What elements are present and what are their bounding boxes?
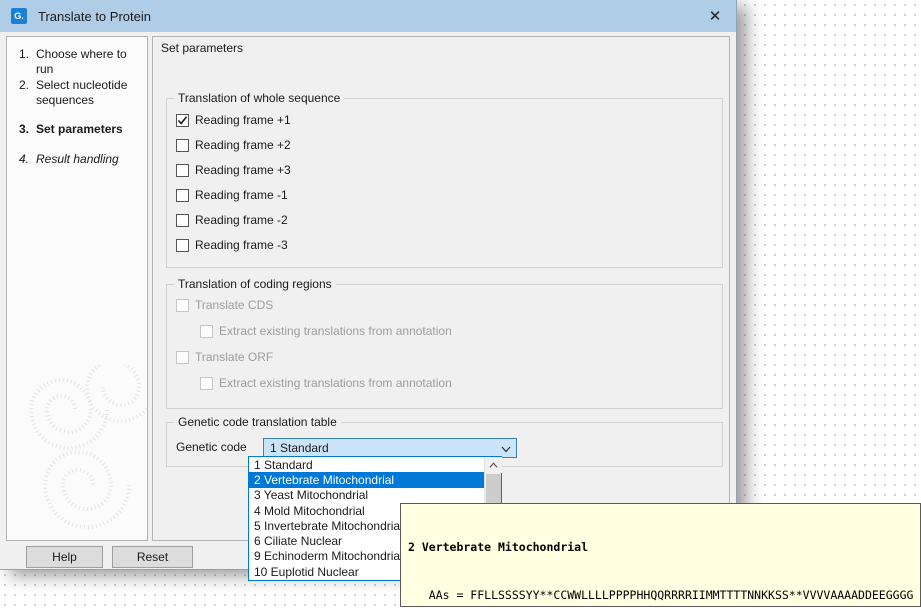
dropdown-item-3-yeast-mitochondrial[interactable]: 3 Yeast Mitochondrial (249, 488, 485, 503)
panel-header: Set parameters (161, 41, 243, 55)
step-label: Result handling (19, 152, 143, 167)
genetic-code-combobox[interactable]: 1 Standard (263, 438, 517, 458)
checkbox-row-reading-frame-minus3[interactable]: Reading frame -3 (176, 237, 288, 253)
checkbox-icon (176, 351, 189, 364)
checkbox-label: Reading frame +2 (195, 138, 291, 152)
wizard-steps-sidebar: 1. Choose where to run 2. Select nucleot… (6, 36, 148, 541)
checkbox-row-translate-orf: Translate ORF (176, 349, 273, 365)
group-title: Translation of whole sequence (174, 91, 344, 105)
checkbox-icon (200, 325, 213, 338)
help-button[interactable]: Help (26, 546, 103, 568)
checkbox-row-reading-frame-plus2[interactable]: Reading frame +2 (176, 137, 291, 153)
genetic-code-tooltip: 2 Vertebrate Mitochondrial AAs = FFLLSSS… (400, 503, 921, 607)
checkbox-label: Reading frame +1 (195, 113, 291, 127)
checkbox-row-reading-frame-minus2[interactable]: Reading frame -2 (176, 212, 288, 228)
step-label: Select nucleotide sequences (19, 78, 143, 108)
group-translation-coding-regions: Translation of coding regions Translate … (166, 284, 723, 409)
wizard-step-1: 1. Choose where to run (19, 47, 143, 77)
step-number: 3. (19, 122, 29, 137)
step-label: Choose where to run (19, 47, 143, 77)
check-icon (177, 115, 188, 126)
step-number: 1. (19, 47, 29, 62)
wizard-step-2: 2. Select nucleotide sequences (19, 78, 143, 108)
checkbox-label: Reading frame +3 (195, 163, 291, 177)
app-icon: G. (11, 8, 27, 24)
watermark-spirals-decoration (7, 365, 148, 540)
checkbox-label: Translate CDS (195, 298, 273, 312)
checkbox-row-reading-frame-minus1[interactable]: Reading frame -1 (176, 187, 288, 203)
chevron-down-icon (501, 444, 511, 454)
dropdown-item-1-standard[interactable]: 1 Standard (249, 457, 485, 472)
checkbox-label: Extract existing translations from annot… (219, 376, 452, 390)
checkbox-row-reading-frame-plus3[interactable]: Reading frame +3 (176, 162, 291, 178)
genetic-code-field-label: Genetic code (176, 440, 247, 454)
titlebar: G. Translate to Protein ✕ (0, 0, 736, 32)
tooltip-aas-line: AAs = FFLLSSSSYY**CCWWLLLLPPPPHHQQRRRRII… (408, 587, 920, 603)
scroll-up-icon[interactable] (485, 457, 502, 473)
checkbox-label: Translate ORF (195, 350, 273, 364)
checkbox-row-extract-orf-translations: Extract existing translations from annot… (200, 375, 452, 391)
checkbox-icon[interactable] (176, 214, 189, 227)
group-translation-whole-sequence: Translation of whole sequence Reading fr… (166, 98, 723, 268)
group-title: Translation of coding regions (174, 277, 336, 291)
checkbox-icon (176, 299, 189, 312)
tooltip-title: 2 Vertebrate Mitochondrial (408, 539, 920, 555)
dropdown-item-2-vertebrate-mitochondrial[interactable]: 2 Vertebrate Mitochondrial (249, 472, 485, 487)
checkbox-row-extract-cds-translations: Extract existing translations from annot… (200, 323, 452, 339)
checkbox-icon[interactable] (176, 139, 189, 152)
step-number: 2. (19, 78, 29, 93)
group-title: Genetic code translation table (174, 415, 341, 429)
checkbox-icon (200, 377, 213, 390)
close-icon[interactable]: ✕ (698, 0, 732, 32)
wizard-step-4: 4. Result handling (19, 152, 143, 167)
checkbox-icon[interactable] (176, 114, 189, 127)
checkbox-label: Reading frame -2 (195, 213, 288, 227)
checkbox-icon[interactable] (176, 189, 189, 202)
combobox-value: 1 Standard (270, 441, 329, 455)
wizard-step-3-current: 3. Set parameters (19, 122, 143, 137)
checkbox-row-reading-frame-plus1[interactable]: Reading frame +1 (176, 112, 291, 128)
checkbox-icon[interactable] (176, 164, 189, 177)
checkbox-icon[interactable] (176, 239, 189, 252)
step-label: Set parameters (19, 122, 143, 137)
checkbox-label: Reading frame -1 (195, 188, 288, 202)
window-title: Translate to Protein (38, 9, 151, 24)
checkbox-label: Extract existing translations from annot… (219, 324, 452, 338)
checkbox-label: Reading frame -3 (195, 238, 288, 252)
checkbox-row-translate-cds: Translate CDS (176, 297, 273, 313)
reset-button[interactable]: Reset (112, 546, 193, 568)
step-number: 4. (19, 152, 29, 167)
